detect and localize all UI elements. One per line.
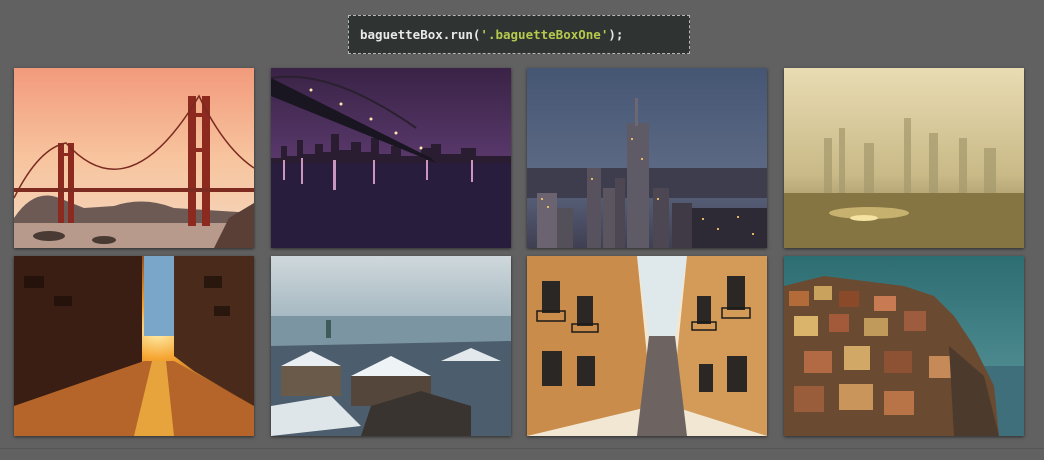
- golden-gate-bridge-image: [14, 68, 254, 248]
- gallery-thumb-6[interactable]: [271, 256, 511, 436]
- hazy-skyline-image: [784, 68, 1024, 248]
- cliffside-village-image: [784, 256, 1024, 436]
- gallery-thumb-7[interactable]: [527, 256, 767, 436]
- snowy-rooftops-image: [271, 256, 511, 436]
- brooklyn-bridge-image: [271, 68, 511, 248]
- gallery-thumb-3[interactable]: [527, 68, 767, 248]
- skyscrapers-image: [527, 68, 767, 248]
- bottom-divider: [0, 448, 1044, 449]
- gallery-thumb-5[interactable]: [14, 256, 254, 436]
- sunset-street-image: [14, 256, 254, 436]
- gallery-thumb-1[interactable]: [14, 68, 254, 248]
- image-gallery: [0, 0, 1044, 460]
- gallery-thumb-8[interactable]: [784, 256, 1024, 436]
- narrow-street-image: [527, 256, 767, 436]
- gallery-thumb-2[interactable]: [271, 68, 511, 248]
- gallery-thumb-4[interactable]: [784, 68, 1024, 248]
